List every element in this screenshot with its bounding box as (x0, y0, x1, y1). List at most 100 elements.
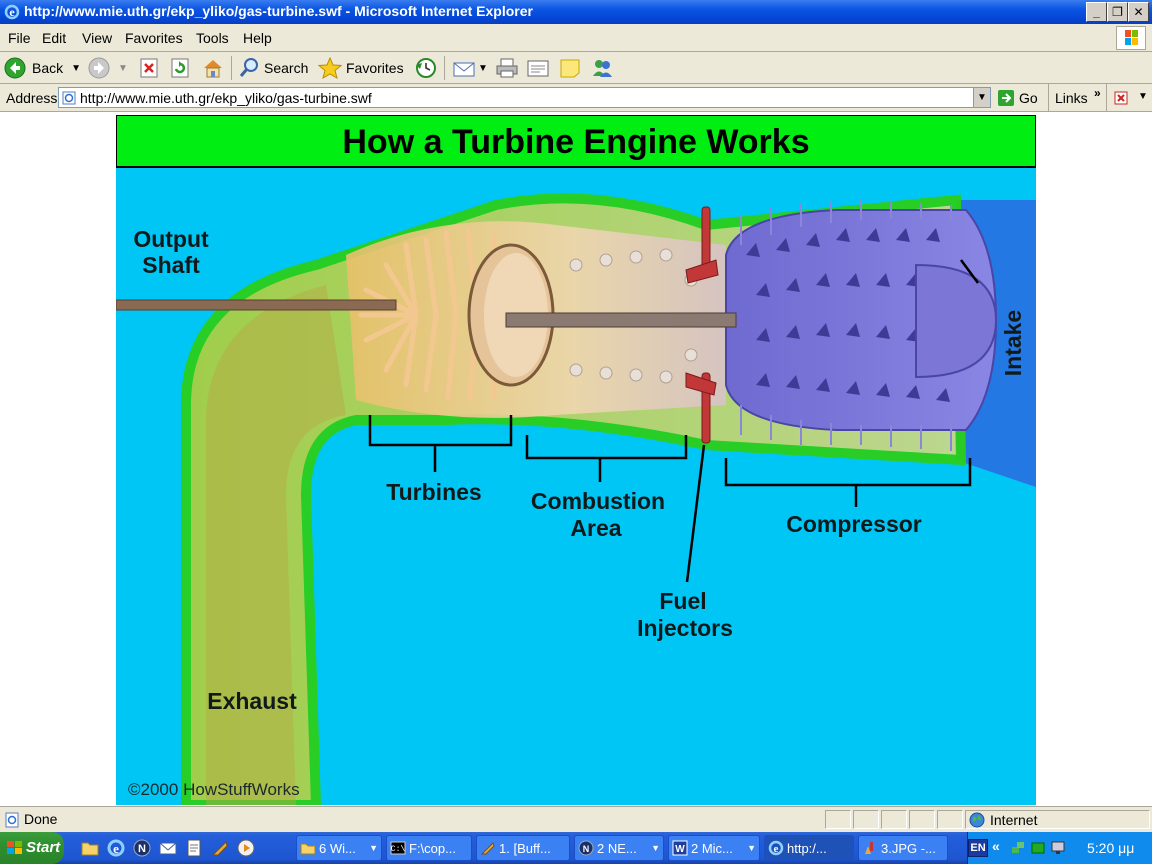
status-cell (825, 810, 851, 829)
menu-bar: File Edit View Favorites Tools Help (0, 24, 1152, 52)
label-combustion-1: Combustion (531, 488, 665, 514)
folder-icon (300, 843, 316, 855)
task-internet-explorer[interactable]: e http:/... (764, 835, 854, 861)
minimize-button[interactable]: _ (1086, 2, 1107, 22)
task-image-viewer[interactable]: 3.JPG -... (858, 835, 948, 861)
search-icon (239, 58, 258, 77)
stop-button[interactable] (139, 57, 159, 79)
battery-icon[interactable] (1030, 839, 1046, 857)
media-icon[interactable] (236, 838, 256, 858)
chevron-down-icon[interactable]: ▼ (1138, 91, 1148, 102)
forward-button[interactable]: ▼ (88, 57, 128, 79)
label-intake: Intake (1000, 310, 1026, 376)
edit-page-icon (527, 60, 549, 77)
toolbar-tool-icon[interactable] (1114, 90, 1132, 106)
folder-icon[interactable] (80, 838, 100, 858)
menu-tools[interactable]: Tools (196, 30, 229, 46)
back-label: Back (32, 60, 64, 76)
tray-icons (1010, 839, 1066, 857)
close-button[interactable]: ✕ (1128, 2, 1149, 22)
chevron-down-icon: ▼ (747, 843, 756, 853)
monitor-icon[interactable] (1050, 839, 1066, 857)
turbine-diagram[interactable]: How a Turbine Engine Works Output Shaft … (116, 115, 1036, 805)
zone-cell: Internet (965, 810, 1150, 829)
status-cell (853, 810, 879, 829)
start-label: Start (26, 839, 61, 856)
chevron-down-icon: ▼ (369, 843, 378, 853)
task-label: 3.JPG -... (881, 841, 936, 856)
paint-icon (865, 842, 873, 854)
task-command-prompt[interactable]: C:\ F:\cop... (386, 835, 472, 861)
menu-help[interactable]: Help (243, 30, 272, 46)
chevron-left-icon[interactable]: « (992, 838, 1000, 854)
edit-button[interactable] (526, 57, 550, 79)
refresh-button[interactable] (170, 57, 190, 79)
links-button[interactable]: Links (1055, 90, 1088, 106)
network-icon[interactable] (1010, 839, 1026, 857)
back-button[interactable]: Back ▼ (4, 57, 81, 79)
ie-icon[interactable]: e (106, 838, 126, 858)
go-button[interactable]: Go (997, 89, 1038, 107)
page-done-icon (5, 812, 19, 828)
search-button[interactable]: Search (238, 57, 308, 79)
svg-text:W: W (675, 844, 685, 855)
ie-icon: e (4, 4, 20, 20)
task-label: 6 Wi... (319, 841, 356, 856)
address-url: http://www.mie.uth.gr/ekp_yliko/gas-turb… (80, 90, 372, 106)
toolbar-separator (444, 56, 445, 80)
status-cell (881, 810, 907, 829)
task-word[interactable]: W 2 Mic... ▼ (668, 835, 760, 861)
task-explorer[interactable]: 6 Wi... ▼ (296, 835, 382, 861)
history-button[interactable] (414, 57, 436, 79)
home-button[interactable] (201, 57, 225, 79)
separator (1048, 84, 1049, 112)
separator (1106, 84, 1107, 112)
copyright-text: ©2000 HowStuffWorks (128, 780, 300, 799)
label-compressor: Compressor (786, 511, 922, 537)
menu-edit[interactable]: Edit (42, 30, 66, 46)
print-button[interactable] (495, 57, 519, 79)
address-input[interactable]: http://www.mie.uth.gr/ekp_yliko/gas-turb… (58, 87, 991, 108)
mail-icon[interactable] (158, 838, 178, 858)
task-label: 2 NE... (597, 841, 637, 856)
netscape-icon: N (578, 840, 594, 856)
go-arrow-icon (998, 90, 1014, 106)
favorites-button[interactable]: Favorites (318, 57, 404, 79)
label-output-shaft-1: Output (133, 226, 209, 252)
standard-toolbar: Back ▼ ▼ Search Favorites ▼ (0, 52, 1152, 84)
menu-favorites[interactable]: Favorites (125, 30, 183, 46)
toolbar-separator (231, 56, 232, 80)
document-icon[interactable] (184, 838, 204, 858)
status-text: Done (24, 811, 58, 827)
start-button[interactable]: Start (0, 832, 64, 864)
menu-view[interactable]: View (82, 30, 112, 46)
chevron-down-icon: ▼ (478, 62, 488, 74)
favorites-label: Favorites (346, 60, 404, 76)
tool-icon[interactable] (210, 838, 230, 858)
status-cell (909, 810, 935, 829)
windows-flag-icon (7, 841, 22, 854)
maximize-button[interactable]: ❐ (1107, 2, 1128, 22)
address-bar: Address http://www.mie.uth.gr/ekp_yliko/… (0, 84, 1152, 112)
netscape-icon[interactable]: N (132, 838, 152, 858)
messenger-icon (593, 60, 612, 77)
messenger-button[interactable] (590, 57, 614, 79)
svg-text:N: N (138, 843, 146, 855)
language-indicator[interactable]: EN (968, 839, 988, 857)
refresh-icon (171, 58, 189, 78)
chevron-right-icon[interactable]: » (1094, 86, 1101, 100)
window-title: http://www.mie.uth.gr/ekp_yliko/gas-turb… (24, 3, 533, 19)
discuss-button[interactable] (558, 57, 582, 79)
svg-text:e: e (113, 841, 119, 856)
diagram-title: How a Turbine Engine Works (342, 123, 809, 161)
task-netscape[interactable]: N 2 NE... ▼ (574, 835, 664, 861)
page-icon (62, 91, 76, 105)
address-dropdown-button[interactable]: ▼ (973, 88, 990, 107)
task-buffer[interactable]: 1. [Buff... (476, 835, 570, 861)
mail-button[interactable]: ▼ (452, 57, 488, 79)
history-icon (416, 58, 436, 78)
svg-text:e: e (9, 5, 15, 19)
status-cell (937, 810, 963, 829)
menu-file[interactable]: File (8, 30, 31, 46)
svg-text:e: e (774, 843, 779, 855)
